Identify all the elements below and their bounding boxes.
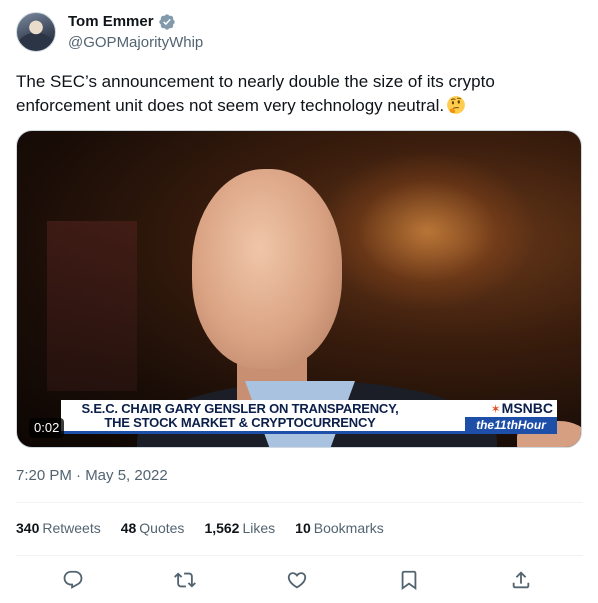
author-name[interactable]: Tom Emmer bbox=[68, 13, 154, 31]
network-logo: ✶MSNBC the11thHour bbox=[465, 400, 557, 434]
verified-badge-icon bbox=[158, 14, 175, 30]
like-button[interactable] bbox=[286, 569, 308, 591]
quotes-stat[interactable]: 48 Quotes bbox=[121, 518, 185, 538]
retweets-stat[interactable]: 340 Retweets bbox=[16, 518, 101, 538]
bookmarks-count: 10 bbox=[295, 520, 311, 536]
background-flag bbox=[47, 221, 137, 391]
peacock-icon: ✶ bbox=[490, 402, 501, 416]
background-light bbox=[317, 151, 537, 311]
author-name-row[interactable]: Tom Emmer bbox=[68, 13, 176, 31]
bookmarks-label: Bookmarks bbox=[313, 520, 384, 536]
engagement-stats: 340 Retweets 48 Quotes 1,562 Likes 10 Bookma… bbox=[16, 518, 384, 538]
reply-button[interactable] bbox=[62, 569, 84, 591]
tweet-text: The SEC’s announcement to nearly double … bbox=[16, 70, 576, 118]
thinking-face-emoji-icon bbox=[447, 96, 465, 114]
like-icon bbox=[287, 572, 307, 589]
quotes-label: Quotes bbox=[139, 520, 185, 536]
retweets-count: 340 bbox=[16, 520, 40, 536]
tweet-header: Tom Emmer @GOPMajorityWhip bbox=[16, 12, 576, 54]
avatar[interactable] bbox=[16, 12, 56, 52]
tweet-timestamp[interactable]: 7:20 PM · May 5, 2022 bbox=[16, 466, 168, 486]
likes-stat[interactable]: 1,562 Likes bbox=[204, 518, 275, 538]
share-icon bbox=[512, 571, 530, 589]
tweet-body: The SEC’s announcement to nearly double … bbox=[16, 72, 495, 115]
likes-count: 1,562 bbox=[204, 520, 240, 536]
share-button[interactable] bbox=[510, 569, 532, 591]
divider bbox=[16, 555, 583, 556]
retweet-icon bbox=[174, 572, 196, 588]
msnbc-logo: ✶MSNBC bbox=[465, 400, 557, 417]
retweet-button[interactable] bbox=[174, 569, 196, 591]
divider bbox=[16, 502, 583, 503]
retweets-label: Retweets bbox=[42, 520, 101, 536]
video-duration-badge: 0:02 bbox=[29, 418, 65, 438]
lower-third-line1: S.E.C. CHAIR GARY GENSLER ON TRANSPARENC… bbox=[81, 401, 399, 416]
network-name: MSNBC bbox=[501, 400, 553, 416]
show-logo: the11thHour bbox=[465, 417, 557, 434]
likes-label: Likes bbox=[242, 520, 276, 536]
reply-icon bbox=[63, 570, 83, 589]
author-handle[interactable]: @GOPMajorityWhip bbox=[68, 34, 203, 52]
lower-third-line2: THE STOCK MARKET & CRYPTOCURRENCY bbox=[104, 415, 376, 430]
lower-third-headline: S.E.C. CHAIR GARY GENSLER ON TRANSPARENC… bbox=[75, 402, 405, 430]
quotes-count: 48 bbox=[120, 520, 137, 536]
action-bar bbox=[16, 562, 582, 598]
news-lower-third: S.E.C. CHAIR GARY GENSLER ON TRANSPARENC… bbox=[61, 400, 557, 434]
video-player[interactable]: S.E.C. CHAIR GARY GENSLER ON TRANSPARENC… bbox=[16, 130, 582, 448]
subject-head bbox=[192, 169, 342, 369]
bookmark-icon bbox=[401, 570, 417, 591]
bookmark-button[interactable] bbox=[398, 569, 420, 591]
bookmarks-stat[interactable]: 10 Bookmarks bbox=[295, 518, 384, 538]
